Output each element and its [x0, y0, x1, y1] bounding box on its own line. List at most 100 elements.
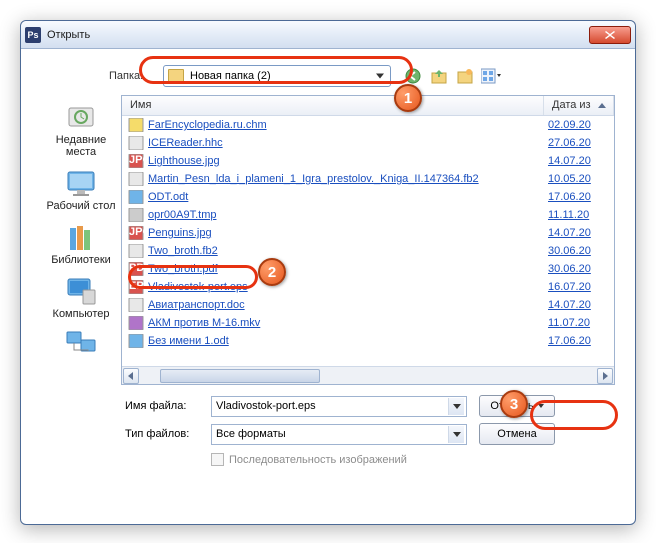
file-name: Vladivostok-port.eps	[148, 281, 548, 293]
svg-text:JPG: JPG	[129, 226, 144, 238]
file-date: 11.11.20	[548, 209, 608, 221]
sequence-checkbox[interactable]	[211, 453, 224, 466]
places-bar: Недавние места Рабочий стол Библиотеки К…	[41, 95, 121, 385]
svg-text:PDF: PDF	[129, 262, 144, 274]
file-list-pane: Имя Дата из FarEncyclopedia.ru.chm02.09.…	[121, 95, 615, 385]
view-button[interactable]	[481, 66, 501, 86]
scroll-left-button[interactable]	[123, 368, 139, 384]
file-row[interactable]: Авиатранспорт.doc14.07.20	[122, 296, 614, 314]
h-scrollbar[interactable]	[122, 366, 614, 384]
file-name: Martin_Pesn_lda_i_plameni_1_Igra_prestol…	[148, 173, 548, 185]
file-name: opr00A9T.tmp	[148, 209, 548, 221]
file-name: Two_broth.fb2	[148, 245, 548, 257]
up-button[interactable]	[429, 66, 449, 86]
file-icon	[128, 298, 144, 312]
place-desktop[interactable]: Рабочий стол	[43, 165, 119, 215]
place-recent[interactable]: Недавние места	[43, 99, 119, 161]
chevron-down-icon	[538, 404, 544, 408]
place-label: Компьютер	[53, 308, 110, 320]
close-button[interactable]	[589, 26, 631, 44]
view-icon	[481, 68, 501, 84]
place-label: Библиотеки	[51, 254, 111, 266]
annotation-badge-1: 1	[394, 84, 422, 112]
file-date: 30.06.20	[548, 263, 608, 275]
place-computer[interactable]: Компьютер	[43, 273, 119, 323]
chevron-down-icon[interactable]	[448, 398, 464, 415]
file-icon	[128, 190, 144, 204]
file-row[interactable]: JPGLighthouse.jpg14.07.20	[122, 152, 614, 170]
file-row[interactable]: EPS Vladivostok-port.eps16.07.20	[122, 278, 614, 296]
close-icon	[605, 31, 615, 39]
network-icon	[65, 330, 97, 360]
file-icon	[128, 208, 144, 222]
sort-arrow-icon	[598, 103, 606, 108]
file-date: 16.07.20	[548, 281, 608, 293]
file-icon: EPS	[128, 280, 144, 294]
file-icon: JPG	[128, 226, 144, 240]
computer-icon	[65, 276, 97, 306]
file-row[interactable]: PDF Two_broth.pdf30.06.20	[122, 260, 614, 278]
file-name: ICEReader.hhc	[148, 137, 548, 149]
annotation-badge-2: 2	[258, 258, 286, 286]
file-date: 17.06.20	[548, 335, 608, 347]
file-name: Lighthouse.jpg	[148, 155, 548, 167]
file-row[interactable]: opr00A9T.tmp11.11.20	[122, 206, 614, 224]
titlebar: Ps Открыть	[21, 21, 635, 49]
place-network[interactable]	[43, 327, 119, 365]
open-dialog: Ps Открыть Папка: Новая папка (2)	[20, 20, 636, 525]
file-row[interactable]: АКМ против М-16.mkv11.07.20	[122, 314, 614, 332]
filetype-value: Все форматы	[216, 428, 286, 440]
folder-value: Новая папка (2)	[190, 70, 271, 82]
file-date: 30.06.20	[548, 245, 608, 257]
filename-label: Имя файла:	[125, 400, 211, 412]
file-icon: PDF	[128, 262, 144, 276]
file-date: 14.07.20	[548, 227, 608, 239]
app-icon: Ps	[25, 27, 41, 43]
folder-icon	[168, 69, 184, 83]
file-row[interactable]: JPGPenguins.jpg14.07.20	[122, 224, 614, 242]
file-icon	[128, 244, 144, 258]
file-row[interactable]: ODT.odt17.06.20	[122, 188, 614, 206]
file-date: 27.06.20	[548, 137, 608, 149]
place-libraries[interactable]: Библиотеки	[43, 219, 119, 269]
scroll-thumb[interactable]	[160, 369, 320, 383]
filename-input[interactable]: Vladivostok-port.eps	[211, 396, 467, 417]
desktop-icon	[65, 168, 97, 198]
window-title: Открыть	[47, 29, 589, 41]
place-label: Недавние места	[43, 134, 119, 158]
scroll-right-button[interactable]	[597, 368, 613, 384]
file-icon	[128, 334, 144, 348]
libraries-icon	[65, 222, 97, 252]
folder-dropdown[interactable]: Новая папка (2)	[163, 65, 391, 87]
new-folder-button[interactable]	[455, 66, 475, 86]
svg-text:EPS: EPS	[129, 280, 144, 292]
back-icon	[405, 68, 421, 84]
file-list[interactable]: FarEncyclopedia.ru.chm02.09.20ICEReader.…	[122, 116, 614, 366]
file-name: Two_broth.pdf	[148, 263, 548, 275]
cancel-label: Отмена	[497, 428, 536, 440]
folder-label: Папка:	[109, 70, 163, 82]
file-date: 14.07.20	[548, 299, 608, 311]
up-icon	[431, 68, 447, 84]
filename-value: Vladivostok-port.eps	[216, 400, 316, 412]
back-button[interactable]	[403, 66, 423, 86]
recent-icon	[65, 102, 97, 132]
col-name[interactable]: Имя	[122, 96, 544, 115]
chevron-down-icon[interactable]	[448, 426, 464, 443]
filetype-dropdown[interactable]: Все форматы	[211, 424, 467, 445]
filetype-label: Тип файлов:	[125, 428, 211, 440]
file-date: 10.05.20	[548, 173, 608, 185]
file-row[interactable]: Martin_Pesn_lda_i_plameni_1_Igra_prestol…	[122, 170, 614, 188]
file-row[interactable]: FarEncyclopedia.ru.chm02.09.20	[122, 116, 614, 134]
cancel-button[interactable]: Отмена	[479, 423, 555, 445]
column-headers: Имя Дата из	[122, 96, 614, 116]
file-name: Авиатранспорт.doc	[148, 299, 548, 311]
file-icon: JPG	[128, 154, 144, 168]
file-row[interactable]: ICEReader.hhc27.06.20	[122, 134, 614, 152]
file-row[interactable]: Two_broth.fb230.06.20	[122, 242, 614, 260]
file-row[interactable]: Без имени 1.odt17.06.20	[122, 332, 614, 350]
new-folder-icon	[457, 68, 473, 84]
file-icon	[128, 316, 144, 330]
file-date: 11.07.20	[548, 317, 608, 329]
sequence-label: Последовательность изображений	[229, 454, 407, 466]
